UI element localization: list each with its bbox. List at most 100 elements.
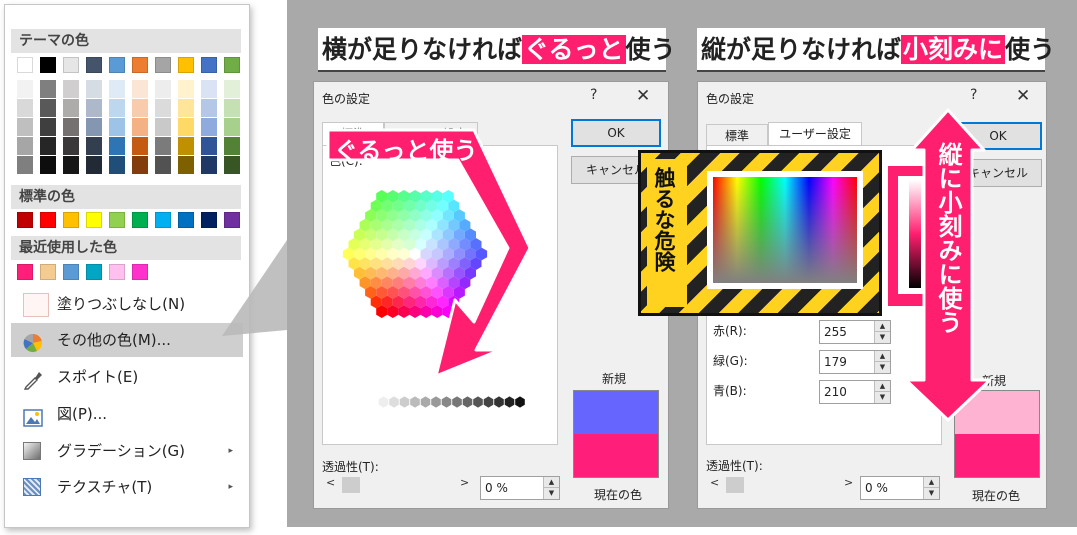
slider-thumb[interactable] (726, 477, 744, 493)
tab-custom[interactable]: ユーザー設定 (768, 122, 862, 146)
slider-thumb[interactable] (342, 477, 360, 493)
spin-down-icon[interactable]: ▼ (874, 362, 890, 373)
color-swatch[interactable] (109, 212, 125, 228)
hex-gray-cell[interactable] (504, 396, 515, 408)
color-swatch[interactable] (224, 212, 240, 228)
hex-gray-cell[interactable] (473, 396, 483, 408)
hex-gray-cell[interactable] (389, 396, 399, 408)
color-swatch[interactable] (155, 212, 171, 228)
color-swatch[interactable] (178, 80, 194, 98)
color-swatch[interactable] (132, 118, 148, 136)
color-swatch[interactable] (86, 137, 102, 155)
blue-input[interactable]: 210 ▲ ▼ (819, 380, 891, 404)
slider-left-icon[interactable]: < (326, 476, 335, 489)
color-swatch[interactable] (201, 118, 217, 136)
luminance-slider[interactable] (909, 180, 921, 288)
spin-up-icon[interactable]: ▲ (874, 351, 890, 362)
color-swatch[interactable] (109, 99, 125, 117)
color-swatch[interactable] (132, 137, 148, 155)
color-swatch[interactable] (201, 80, 217, 98)
color-swatch[interactable] (224, 99, 240, 117)
color-swatch[interactable] (201, 212, 217, 228)
transparency-input[interactable]: 0 % ▲ ▼ (480, 476, 560, 500)
color-swatch[interactable] (155, 137, 171, 155)
no-fill-item[interactable]: 塗りつぶしなし(N) (11, 287, 243, 321)
color-swatch[interactable] (178, 99, 194, 117)
hex-gray-cell[interactable] (410, 396, 420, 408)
color-swatch[interactable] (63, 99, 79, 117)
color-swatch[interactable] (40, 264, 56, 280)
color-spectrum-picker[interactable] (713, 177, 857, 283)
spin-up-icon[interactable]: ▲ (543, 477, 559, 488)
color-swatch[interactable] (155, 99, 171, 117)
hex-gray-cell[interactable] (494, 396, 504, 408)
color-swatch[interactable] (178, 156, 194, 174)
color-swatch[interactable] (86, 118, 102, 136)
color-swatch[interactable] (40, 212, 56, 228)
color-swatch[interactable] (132, 57, 148, 73)
color-swatch[interactable] (86, 99, 102, 117)
color-swatch[interactable] (109, 137, 125, 155)
transparency-input[interactable]: 0 % ▲ ▼ (860, 476, 940, 500)
more-colors-item[interactable]: その他の色(M)... (11, 323, 243, 357)
help-icon[interactable]: ? (970, 87, 977, 103)
color-swatch[interactable] (17, 264, 33, 280)
hex-color-grid[interactable] (323, 168, 559, 408)
color-swatch[interactable] (109, 156, 125, 174)
color-swatch[interactable] (201, 99, 217, 117)
color-swatch[interactable] (40, 118, 56, 136)
color-swatch[interactable] (86, 212, 102, 228)
color-swatch[interactable] (178, 137, 194, 155)
hex-gray-cell[interactable] (399, 396, 410, 408)
color-swatch[interactable] (132, 156, 148, 174)
color-swatch[interactable] (86, 264, 102, 280)
color-swatch[interactable] (86, 156, 102, 174)
color-swatch[interactable] (17, 99, 33, 117)
color-swatch[interactable] (17, 80, 33, 98)
color-swatch[interactable] (224, 57, 240, 73)
red-input[interactable]: 255 ▲ ▼ (819, 320, 891, 344)
color-swatch[interactable] (63, 156, 79, 174)
color-swatch[interactable] (201, 156, 217, 174)
ok-button[interactable]: OK (571, 119, 661, 147)
color-swatch[interactable] (224, 80, 240, 98)
transparency-slider[interactable]: < > (706, 474, 856, 496)
color-swatch[interactable] (201, 57, 217, 73)
texture-item[interactable]: テクスチャ(T) ▸ (11, 470, 243, 504)
hex-gray-cell[interactable] (420, 396, 431, 408)
cancel-button[interactable]: キャンセル (954, 159, 1042, 187)
hex-gray-cell[interactable] (441, 396, 452, 408)
color-swatch[interactable] (63, 57, 79, 73)
color-swatch[interactable] (17, 156, 33, 174)
color-swatch[interactable] (63, 137, 79, 155)
color-swatch[interactable] (40, 57, 56, 73)
color-swatch[interactable] (17, 57, 33, 73)
color-swatch[interactable] (40, 137, 56, 155)
spin-up-icon[interactable]: ▲ (923, 477, 939, 488)
transparency-slider[interactable]: < > (322, 474, 472, 496)
color-swatch[interactable] (224, 156, 240, 174)
spin-up-icon[interactable]: ▲ (874, 381, 890, 392)
color-swatch[interactable] (201, 137, 217, 155)
color-swatch[interactable] (63, 212, 79, 228)
color-swatch[interactable] (40, 99, 56, 117)
color-swatch[interactable] (40, 80, 56, 98)
color-swatch[interactable] (109, 57, 125, 73)
color-swatch[interactable] (155, 156, 171, 174)
color-swatch[interactable] (86, 80, 102, 98)
close-icon[interactable]: ✕ (1016, 86, 1030, 106)
color-swatch[interactable] (63, 264, 79, 280)
color-swatch[interactable] (132, 264, 148, 280)
help-icon[interactable]: ? (590, 87, 597, 103)
hex-gray-cell[interactable] (378, 396, 389, 408)
ok-button[interactable]: OK (954, 122, 1042, 150)
color-swatch[interactable] (63, 80, 79, 98)
color-swatch[interactable] (155, 57, 171, 73)
color-swatch[interactable] (155, 80, 171, 98)
color-swatch[interactable] (109, 80, 125, 98)
picture-item[interactable]: 図(P)... (11, 397, 243, 431)
close-icon[interactable]: ✕ (636, 86, 650, 106)
slider-right-icon[interactable]: > (844, 476, 853, 489)
color-swatch[interactable] (155, 118, 171, 136)
hex-gray-cell[interactable] (368, 396, 378, 408)
